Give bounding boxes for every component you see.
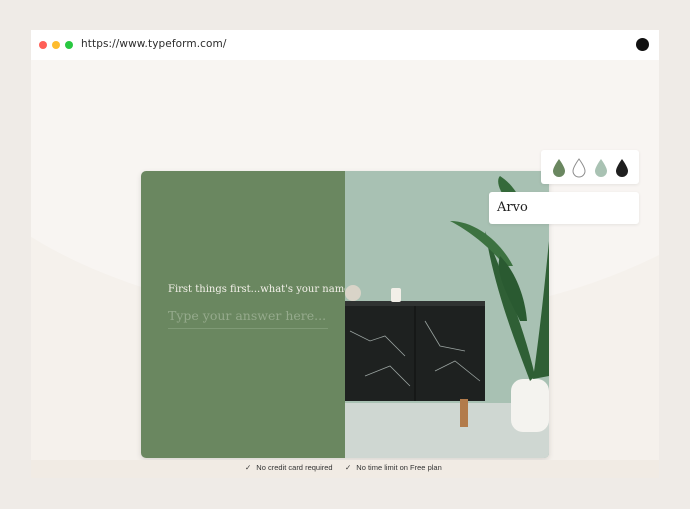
footer-item-label: No time limit on Free plan: [356, 463, 442, 472]
check-icon: ✓: [345, 463, 352, 472]
font-picker[interactable]: Arvo: [489, 192, 639, 224]
footer-item-label: No credit card required: [256, 463, 333, 472]
question-text: First things first...what's your name?: [168, 284, 356, 295]
browser-titlebar: https://www.typeform.com/: [31, 30, 659, 60]
footer-bar: ✓ No credit card required ✓ No time limit …: [31, 460, 659, 478]
outline-drop-icon[interactable]: [571, 158, 587, 178]
answer-input[interactable]: [168, 308, 328, 323]
dark-drop-icon[interactable]: [614, 158, 630, 178]
form-question-panel: First things first...what's your name?: [141, 171, 355, 458]
profile-avatar[interactable]: [636, 38, 649, 51]
footer-item-no-time-limit: ✓ No time limit on Free plan: [345, 463, 442, 472]
maximize-window-button[interactable]: [65, 41, 73, 49]
close-window-button[interactable]: [39, 41, 47, 49]
minimize-window-button[interactable]: [52, 41, 60, 49]
page-content: First things first...what's your name? T…: [31, 60, 659, 478]
green-drop-icon[interactable]: [551, 158, 567, 178]
check-icon: ✓: [245, 463, 252, 472]
footer-item-no-credit-card: ✓ No credit card required: [245, 463, 333, 472]
browser-window: https://www.typeform.com/ First things f…: [31, 30, 659, 478]
address-bar[interactable]: https://www.typeform.com/: [81, 38, 227, 50]
theme-color-picker: [541, 150, 639, 184]
answer-underline: [168, 328, 328, 329]
light-green-drop-icon[interactable]: [593, 158, 609, 178]
form-preview-card: First things first...what's your name? T…: [141, 171, 549, 458]
font-name: Arvo: [497, 200, 528, 215]
